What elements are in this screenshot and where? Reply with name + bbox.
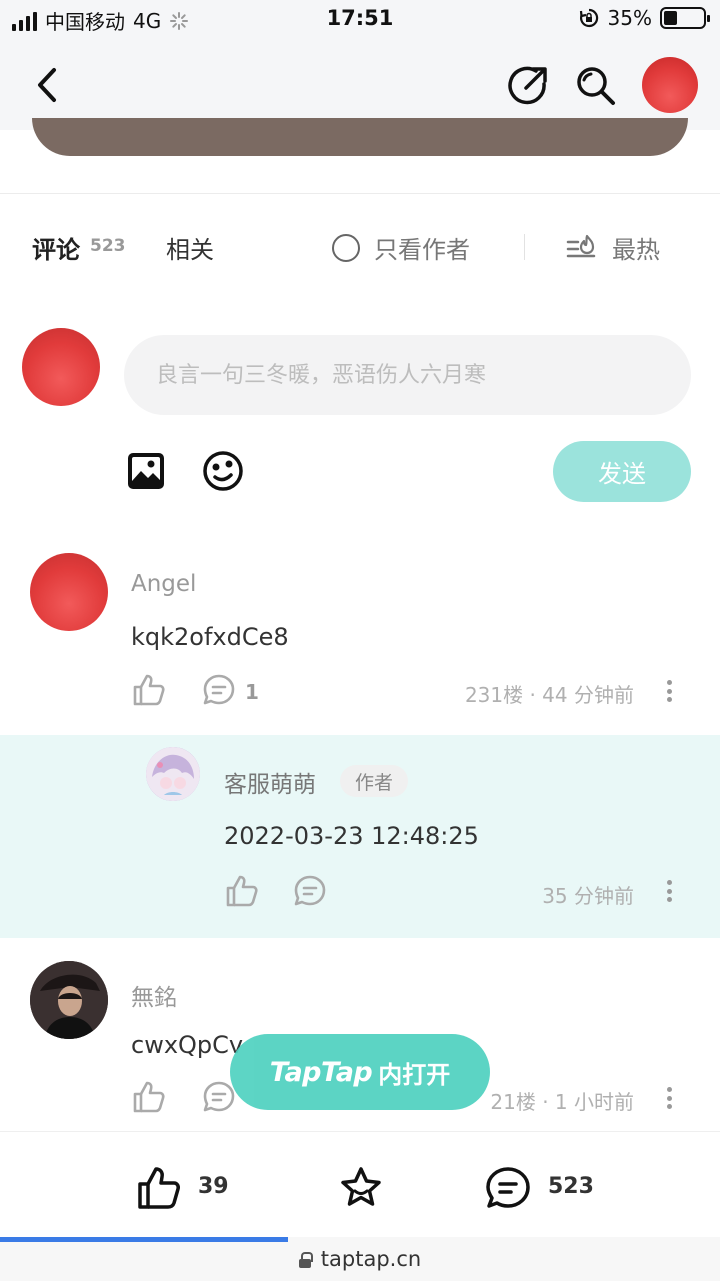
search-icon[interactable]: [574, 64, 618, 108]
bottom-action-bar: 39 523: [0, 1131, 720, 1237]
radio-circle-icon: [332, 233, 360, 262]
comments-count: 523: [90, 236, 126, 256]
tab-related[interactable]: 相关: [166, 230, 214, 265]
reply-icon[interactable]: [292, 873, 328, 909]
status-right: 35%: [578, 6, 710, 30]
more-options-icon[interactable]: [665, 1087, 673, 1109]
more-options-icon[interactable]: [665, 880, 673, 902]
reply-content: 2022-03-23 12:48:25: [224, 822, 479, 850]
sort-hot-button[interactable]: 最热: [566, 230, 660, 265]
comment-username[interactable]: 無銘: [131, 978, 177, 1012]
comment-icon[interactable]: [484, 1165, 532, 1211]
page-load-progress: [0, 1237, 288, 1242]
comment-avatar[interactable]: [30, 961, 108, 1039]
browser-url-bar[interactable]: taptap.cn: [0, 1237, 720, 1281]
status-bar: 中国移动 4G 17:51 35%: [0, 0, 720, 40]
compose-avatar: [22, 328, 100, 406]
author-only-toggle[interactable]: 只看作者: [332, 230, 470, 265]
open-in-app-label: 内打开: [378, 1060, 451, 1089]
battery-icon: [660, 7, 710, 29]
emoji-picker-icon[interactable]: [201, 449, 245, 493]
reply-count: 1: [245, 680, 259, 704]
comment-meta: 231楼 · 44 分钟前: [464, 683, 634, 707]
taptap-logo: TapTap: [269, 1056, 373, 1088]
author-only-label: 只看作者: [374, 236, 470, 264]
reply-username[interactable]: 客服萌萌: [224, 765, 316, 799]
share-icon[interactable]: [506, 64, 550, 108]
favorite-star-icon[interactable]: [338, 1165, 384, 1211]
reply-meta: 35 分钟前: [542, 884, 634, 908]
image-picker-icon[interactable]: [126, 451, 166, 491]
open-in-taptap-button[interactable]: TapTap 内打开: [230, 1034, 490, 1110]
like-icon[interactable]: [131, 672, 167, 708]
tab-comments[interactable]: 评论: [32, 230, 80, 265]
comment-meta: 21楼 · 1 小时前: [490, 1090, 634, 1114]
comment-avatar[interactable]: [30, 553, 108, 631]
reply-avatar[interactable]: [146, 747, 200, 801]
cover-image-bottom: [32, 118, 688, 156]
sort-hot-label: 最热: [612, 236, 660, 264]
lock-icon: [298, 1251, 313, 1268]
url-label: taptap.cn: [320, 1247, 422, 1271]
comment-count: 523: [548, 1174, 594, 1199]
comment-tabs: 评论 523 相关 只看作者 最热: [0, 218, 720, 276]
like-icon[interactable]: [136, 1165, 182, 1211]
like-icon[interactable]: [224, 873, 260, 909]
like-icon[interactable]: [131, 1079, 167, 1115]
rotation-lock-icon: [579, 8, 598, 28]
author-badge: 作者: [340, 765, 408, 797]
comment-content: cwxQpCv: [131, 1031, 244, 1059]
comment-content: kqk2ofxdCe8: [131, 623, 289, 651]
tabs-divider: [524, 234, 525, 260]
back-icon[interactable]: [28, 62, 68, 108]
comment-input[interactable]: [124, 335, 691, 415]
battery-percent: 35%: [607, 6, 652, 30]
reply-icon[interactable]: [201, 672, 237, 708]
url-display[interactable]: taptap.cn: [0, 1247, 720, 1271]
section-divider: [0, 193, 720, 194]
comment-username[interactable]: Angel: [131, 571, 196, 597]
anime-avatar-icon: [146, 747, 200, 801]
hot-sort-icon: [566, 234, 596, 257]
person-photo-icon: [30, 961, 108, 1039]
nav-bar: [0, 40, 720, 130]
more-options-icon[interactable]: [665, 680, 673, 702]
send-button[interactable]: 发送: [553, 441, 691, 502]
like-count: 39: [198, 1174, 229, 1199]
user-avatar[interactable]: [642, 57, 698, 113]
